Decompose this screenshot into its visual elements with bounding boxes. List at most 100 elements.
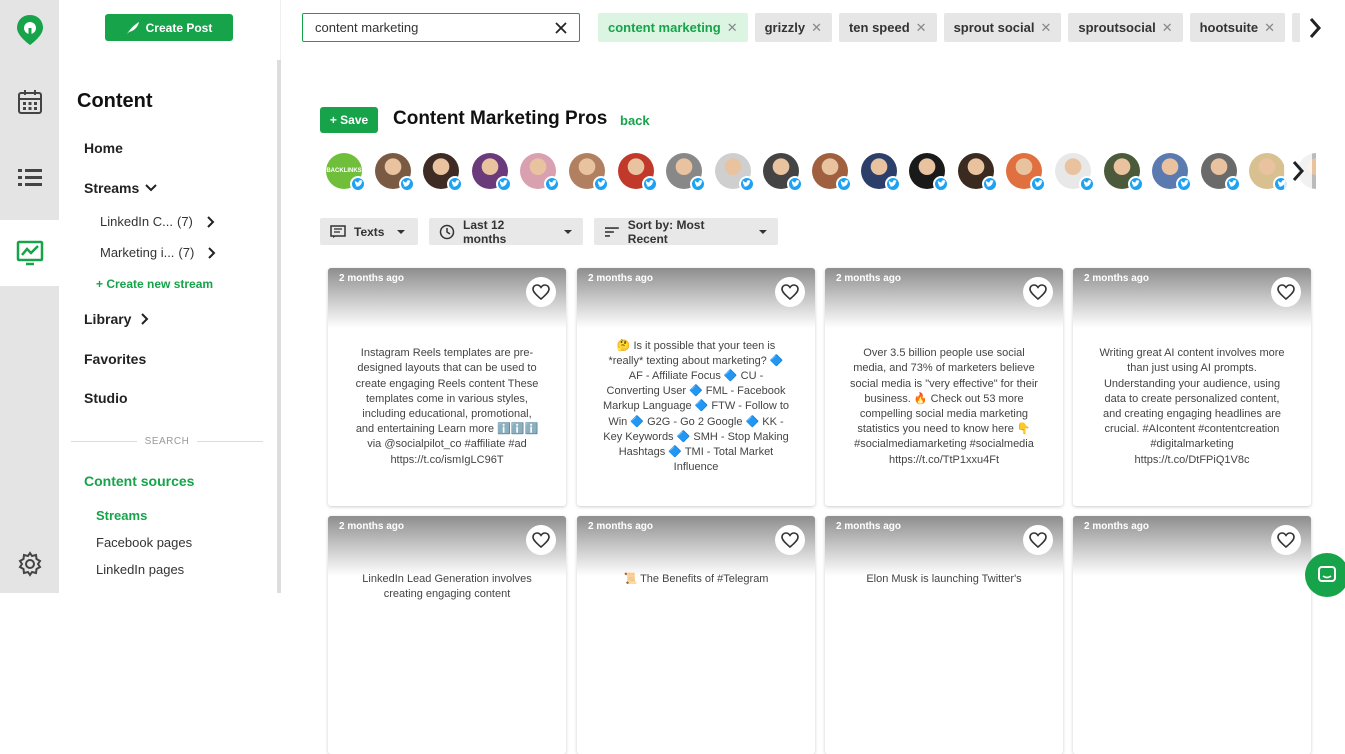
profile-avatar[interactable] bbox=[1152, 153, 1193, 192]
twitter-icon bbox=[981, 176, 998, 192]
remove-tag-icon[interactable]: ✕ bbox=[1264, 20, 1275, 36]
favorite-heart-icon[interactable] bbox=[1271, 525, 1301, 555]
post-card[interactable]: 2 months ago 📜 The Benefits of #Telegram bbox=[577, 516, 815, 754]
profile-avatar[interactable] bbox=[617, 153, 658, 192]
tag-chip[interactable]: content marketing ✕ bbox=[598, 13, 748, 42]
clear-icon[interactable] bbox=[555, 21, 567, 34]
tags-next-button[interactable] bbox=[1300, 13, 1330, 42]
sidebar-scrollbar[interactable] bbox=[277, 60, 281, 593]
twitter-icon bbox=[1176, 176, 1193, 192]
remove-tag-icon[interactable]: ✕ bbox=[1162, 20, 1173, 36]
post-card[interactable]: 2 months ago Writing great AI content inv… bbox=[1073, 268, 1311, 506]
sidebar-item-favorites[interactable]: Favorites bbox=[84, 351, 146, 367]
page-title: Content Marketing Pros bbox=[393, 108, 608, 129]
profile-avatar[interactable] bbox=[471, 153, 512, 192]
post-card[interactable]: 2 months ago Over 3.5 billion people use … bbox=[825, 268, 1063, 506]
profile-avatar[interactable] bbox=[1249, 153, 1290, 192]
profile-avatar[interactable] bbox=[957, 153, 998, 192]
sidebar-item-streams[interactable]: Streams bbox=[84, 180, 157, 196]
twitter-icon bbox=[495, 176, 512, 192]
list-icon[interactable] bbox=[0, 156, 59, 200]
chat-button[interactable] bbox=[1305, 553, 1345, 597]
avatars-next-button[interactable] bbox=[1284, 153, 1312, 189]
tag-label: hootsuite bbox=[1199, 20, 1259, 35]
twitter-icon bbox=[836, 176, 852, 192]
tag-chip[interactable]: grizzly ✕ bbox=[754, 13, 832, 42]
sidebar-item-studio[interactable]: Studio bbox=[84, 390, 128, 406]
post-card[interactable]: 2 months ago LinkedIn Lead Generation inv… bbox=[328, 516, 566, 754]
twitter-icon bbox=[447, 176, 464, 192]
post-text: LinkedIn Lead Generation involves creati… bbox=[362, 573, 532, 601]
sidebar-item-home[interactable]: Home bbox=[84, 140, 123, 156]
profile-avatar[interactable] bbox=[1055, 153, 1095, 192]
profile-avatar[interactable] bbox=[1200, 153, 1241, 192]
type-filter-dropdown[interactable]: Texts bbox=[320, 218, 418, 245]
library-label: Library bbox=[84, 311, 132, 327]
streams-label: Streams bbox=[84, 180, 140, 196]
favorite-heart-icon[interactable] bbox=[775, 525, 805, 555]
save-button[interactable]: + Save bbox=[320, 107, 378, 133]
post-text: Over 3.5 billion people use social media… bbox=[850, 347, 1038, 466]
post-text: Instagram Reels templates are pre-design… bbox=[355, 347, 539, 466]
stream-item-linkedin[interactable]: LinkedIn C... (7) bbox=[100, 214, 217, 229]
search-input[interactable]: content marketing bbox=[302, 13, 580, 42]
post-age: 2 months ago bbox=[339, 273, 405, 284]
tag-chip[interactable]: animalz✕ bbox=[1292, 13, 1300, 42]
favorite-heart-icon[interactable] bbox=[1023, 525, 1053, 555]
post-age: 2 months ago bbox=[836, 521, 902, 532]
tag-chip[interactable]: sproutsocial ✕ bbox=[1068, 13, 1183, 42]
create-post-button[interactable]: Create Post bbox=[105, 14, 233, 41]
post-text bbox=[1097, 572, 1287, 744]
tag-chip[interactable]: sprout social ✕ bbox=[943, 13, 1062, 42]
settings-gear-icon[interactable] bbox=[0, 542, 59, 586]
source-linkedin-pages[interactable]: LinkedIn pages bbox=[96, 562, 184, 577]
post-text: Writing great AI content involves more t… bbox=[1099, 347, 1285, 466]
tag-chip[interactable]: ten speed ✕ bbox=[838, 13, 937, 42]
post-card[interactable]: 2 months ago Instagram Reels templates ar… bbox=[328, 268, 566, 506]
profile-avatar[interactable] bbox=[909, 153, 950, 192]
post-text: 📜 The Benefits of #Telegram bbox=[623, 573, 769, 585]
profile-avatar[interactable] bbox=[520, 153, 561, 192]
favorite-heart-icon[interactable] bbox=[526, 277, 556, 307]
calendar-icon[interactable] bbox=[0, 80, 59, 124]
twitter-icon bbox=[1079, 176, 1095, 192]
profile-avatar[interactable] bbox=[714, 153, 755, 192]
profile-avatar[interactable] bbox=[812, 153, 852, 192]
favorite-heart-icon[interactable] bbox=[526, 525, 556, 555]
stream-count: (7) bbox=[177, 214, 193, 229]
tag-chip[interactable]: hootsuite ✕ bbox=[1189, 13, 1285, 42]
profile-avatar[interactable] bbox=[1103, 153, 1144, 192]
favorite-heart-icon[interactable] bbox=[1023, 277, 1053, 307]
caret-down-icon bbox=[397, 229, 406, 234]
remove-tag-icon[interactable]: ✕ bbox=[811, 20, 822, 36]
stream-count: (7) bbox=[178, 245, 195, 260]
period-filter-dropdown[interactable]: Last 12 months bbox=[429, 218, 583, 246]
profile-avatar[interactable]: BACKLINKS bbox=[326, 153, 366, 192]
remove-tag-icon[interactable]: ✕ bbox=[727, 20, 738, 36]
favorite-heart-icon[interactable] bbox=[1271, 277, 1301, 307]
type-filter-label: Texts bbox=[354, 224, 385, 239]
profile-avatar[interactable] bbox=[423, 153, 464, 192]
profile-avatar[interactable] bbox=[374, 153, 415, 192]
favorite-heart-icon[interactable] bbox=[775, 277, 805, 307]
profile-avatar[interactable] bbox=[569, 153, 609, 192]
profile-avatar[interactable] bbox=[860, 153, 901, 192]
twitter-icon bbox=[1127, 176, 1144, 192]
remove-tag-icon[interactable]: ✕ bbox=[1040, 20, 1051, 36]
sort-dropdown[interactable]: Sort by: Most Recent bbox=[594, 218, 778, 246]
create-new-stream-link[interactable]: + Create new stream bbox=[96, 277, 213, 291]
post-card[interactable]: 2 months ago bbox=[1073, 516, 1311, 754]
post-card[interactable]: 2 months ago Elon Musk is launching Twitt… bbox=[825, 516, 1063, 754]
remove-tag-icon[interactable]: ✕ bbox=[916, 20, 927, 36]
post-card[interactable]: 2 months ago 🤔 Is it possible that your t… bbox=[577, 268, 815, 506]
profile-avatar[interactable] bbox=[1006, 153, 1047, 192]
source-streams[interactable]: Streams bbox=[96, 508, 147, 523]
stream-item-marketing[interactable]: Marketing i... (7) bbox=[100, 245, 218, 260]
sidebar-item-library[interactable]: Library bbox=[84, 311, 151, 327]
content-icon[interactable] bbox=[0, 220, 59, 286]
logo-icon[interactable] bbox=[0, 8, 59, 52]
back-link[interactable]: back bbox=[620, 113, 650, 128]
profile-avatar[interactable] bbox=[666, 153, 707, 192]
source-facebook-pages[interactable]: Facebook pages bbox=[96, 535, 192, 550]
profile-avatar[interactable] bbox=[763, 153, 804, 192]
